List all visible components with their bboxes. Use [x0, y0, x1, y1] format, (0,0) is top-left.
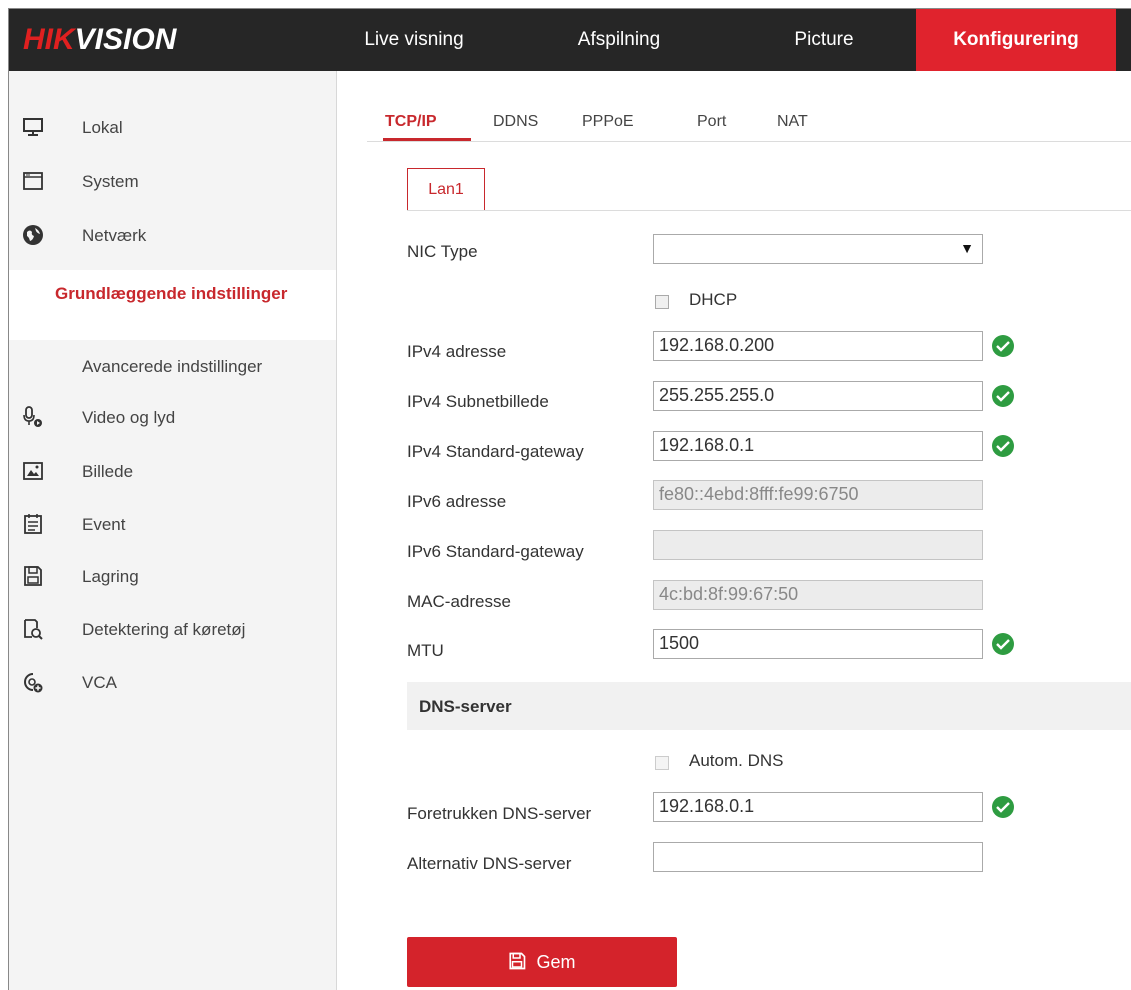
nav-live-view[interactable]: Live visning [349, 9, 479, 71]
sidebar-item-label: Lokal [82, 118, 123, 137]
sidebar-subitem-label: Grundlæggende indstillinger [55, 284, 288, 303]
save-button-label: Gem [536, 952, 576, 972]
mtu-input[interactable]: 1500 [653, 629, 983, 659]
dhcp-checkbox[interactable] [655, 295, 669, 309]
sidebar-item-label: Event [82, 515, 126, 534]
calendar-icon [24, 514, 42, 534]
sidebar-item-label: Video og lyd [82, 408, 176, 427]
sidebar-item-image[interactable]: Billede [9, 451, 336, 491]
window-icon [23, 172, 43, 190]
sidebar-subitem-label: Avancerede indstillinger [82, 357, 263, 376]
ipv4-gateway-label: IPv4 Standard-gateway [407, 442, 584, 461]
ipv6-gateway-input [653, 530, 983, 560]
sidebar-item-event[interactable]: Event [9, 504, 336, 544]
sidebar-subitem-basic-settings[interactable]: Grundlæggende indstillinger [9, 270, 336, 340]
sidebar-item-vehicle-detection[interactable]: Detektering af køretøj [9, 609, 336, 649]
sidebar-item-label: Lagring [82, 567, 139, 586]
monitor-icon [23, 118, 43, 136]
tab-port[interactable]: Port [697, 113, 726, 131]
alternate-dns-input[interactable] [653, 842, 983, 872]
ok-check-icon [992, 796, 1014, 818]
ipv6-address-input: fe80::4ebd:8fff:fe99:6750 [653, 480, 983, 510]
dropdown-arrow-icon: ▼ [960, 240, 974, 256]
top-nav-bar: HIKVISION Live visning Afspilning Pictur… [9, 9, 1131, 71]
nav-playback[interactable]: Afspilning [554, 9, 684, 71]
sidebar-item-system[interactable]: System [9, 161, 336, 201]
image-icon [23, 462, 43, 480]
sidebar: Lokal System Netværk Grundlæggende indst… [9, 71, 337, 990]
app-frame: HIKVISION Live visning Afspilning Pictur… [8, 8, 1131, 990]
globe-icon [23, 225, 43, 245]
tab-nat[interactable]: NAT [777, 113, 808, 131]
ipv4-subnet-label: IPv4 Subnetbillede [407, 392, 549, 411]
dhcp-label: DHCP [689, 290, 738, 309]
microphone-icon [23, 406, 42, 427]
tab-tcpip[interactable]: TCP/IP [385, 113, 437, 131]
sidebar-item-vca[interactable]: VCA [9, 662, 336, 702]
ok-check-icon [992, 335, 1014, 357]
nav-configuration[interactable]: Konfigurering [916, 9, 1116, 71]
save-icon [24, 566, 42, 586]
tab-ddns[interactable]: DDNS [493, 113, 538, 131]
ipv6-gateway-label: IPv6 Standard-gateway [407, 542, 584, 561]
tab-lan1[interactable]: Lan1 [407, 168, 485, 210]
logo-vision: VISION [74, 23, 177, 56]
logo-hik: HIK [23, 23, 75, 56]
sidebar-subitem-advanced-settings[interactable]: Avancerede indstillinger [9, 345, 336, 385]
auto-dns-checkbox[interactable] [655, 756, 669, 770]
ipv6-address-label: IPv6 adresse [407, 492, 507, 511]
ok-check-icon [992, 435, 1014, 457]
network-tabs: TCP/IP DDNS PPPoE Port NAT [367, 95, 1131, 142]
alternate-dns-label: Alternativ DNS-server [407, 854, 572, 873]
tab-pppoe[interactable]: PPPoE [582, 113, 634, 131]
ipv4-gateway-input[interactable]: 192.168.0.1 [653, 431, 983, 461]
ok-check-icon [992, 633, 1014, 655]
sidebar-item-network[interactable]: Netværk [9, 215, 336, 255]
ipv4-address-input[interactable]: 192.168.0.200 [653, 331, 983, 361]
vehicle-detect-icon [24, 619, 43, 640]
save-button[interactable]: Gem [407, 937, 677, 987]
nav-picture[interactable]: Picture [759, 9, 889, 71]
ipv4-address-label: IPv4 adresse [407, 342, 507, 361]
dns-section-title: DNS-server [419, 697, 512, 716]
ok-check-icon [992, 385, 1014, 407]
mac-address-label: MAC-adresse [407, 592, 511, 611]
hikvision-logo: HIKVISION [23, 23, 176, 57]
sidebar-item-storage[interactable]: Lagring [9, 556, 336, 596]
sidebar-item-label: VCA [82, 673, 117, 692]
nic-type-select[interactable]: ▼ [653, 234, 983, 264]
preferred-dns-label: Foretrukken DNS-server [407, 804, 592, 823]
auto-dns-label: Autom. DNS [689, 751, 784, 770]
sidebar-item-lokal[interactable]: Lokal [9, 107, 336, 147]
dns-section-header: DNS-server [407, 682, 1131, 730]
mtu-label: MTU [407, 641, 444, 660]
sidebar-item-label: System [82, 172, 139, 191]
sidebar-item-label: Billede [82, 462, 134, 481]
sidebar-item-label: Netværk [82, 226, 147, 245]
save-icon [509, 952, 526, 970]
lan-tab-row: Lan1 [407, 168, 1131, 211]
active-tab-indicator [383, 138, 471, 141]
sidebar-item-label: Detektering af køretøj [82, 620, 246, 639]
mac-address-input: 4c:bd:8f:99:67:50 [653, 580, 983, 610]
vca-icon [24, 673, 43, 693]
nic-type-label: NIC Type [407, 242, 478, 261]
preferred-dns-input[interactable]: 192.168.0.1 [653, 792, 983, 822]
sidebar-item-video-audio[interactable]: Video og lyd [9, 397, 336, 437]
ipv4-subnet-input[interactable]: 255.255.255.0 [653, 381, 983, 411]
